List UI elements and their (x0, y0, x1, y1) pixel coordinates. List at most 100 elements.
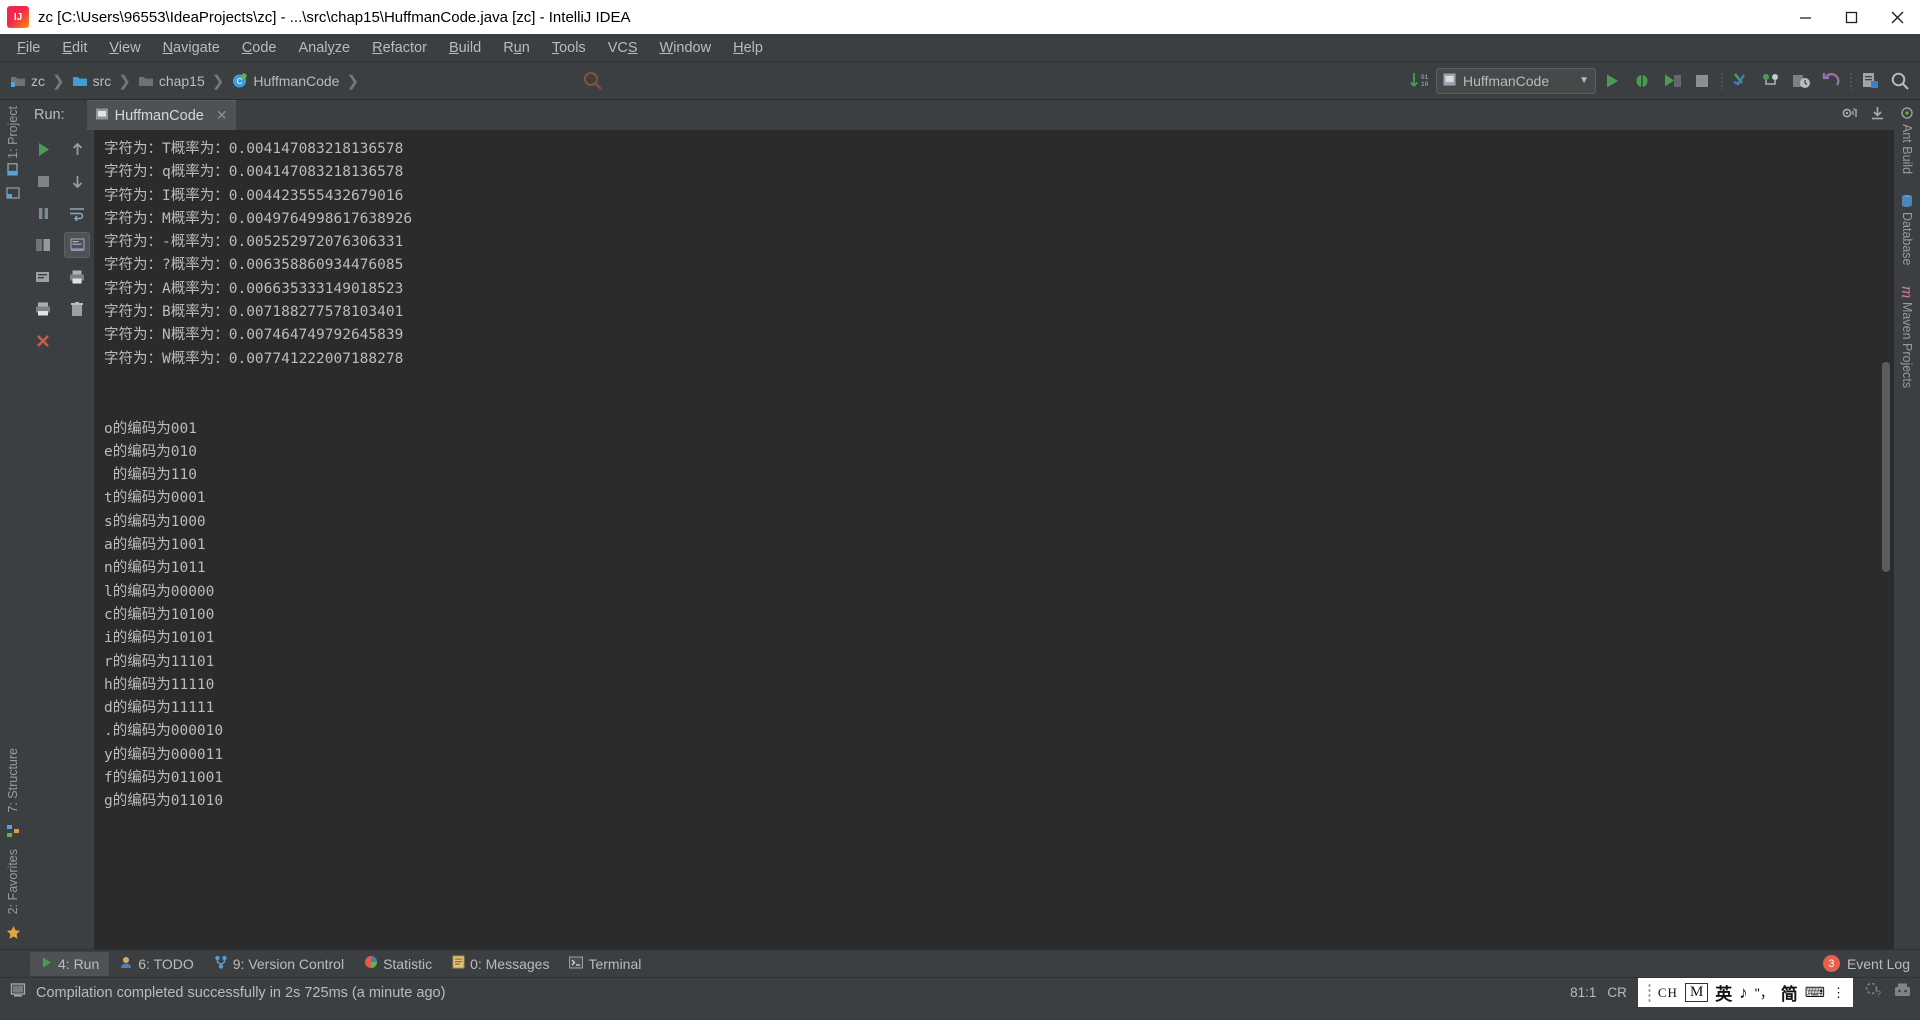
favorites-tool-icon[interactable] (6, 920, 21, 949)
minimize-icon[interactable] (1782, 0, 1828, 34)
print-button[interactable] (30, 296, 56, 322)
chevron-down-icon[interactable]: ▼ (1579, 75, 1589, 86)
search-everywhere-icon[interactable] (1856, 67, 1884, 95)
scroll-down-button[interactable] (64, 168, 90, 194)
ime-input-mode[interactable]: 英 (1715, 980, 1732, 1005)
console-scrollbar[interactable] (1882, 130, 1892, 949)
ime-tone-icon[interactable]: ♪ (1739, 983, 1748, 1003)
toolbar-separator (1718, 70, 1725, 92)
close-icon[interactable]: ✕ (216, 107, 228, 124)
vcs-commit-icon[interactable] (1757, 67, 1785, 95)
rerun-button[interactable] (30, 136, 56, 162)
breadcrumb-item-zc[interactable]: zc (10, 73, 45, 89)
caret-position[interactable]: 81:1 (1570, 985, 1596, 1000)
ime-punctuation-icon[interactable]: "， (1755, 983, 1774, 1003)
breadcrumb-item-huffmancode[interactable]: C HuffmanCode (231, 72, 339, 89)
run-actions-column-right (60, 130, 94, 949)
menu-help[interactable]: Help (722, 37, 774, 59)
bottom-tab-version-control[interactable]: 9: Version Control (204, 952, 354, 976)
bottom-tab-statistic[interactable]: Statistic (354, 952, 442, 976)
event-log-badge: 3 (1822, 955, 1840, 972)
printer-button[interactable] (64, 264, 90, 290)
console-line: 字符为：?概率为：0.006358860934476085 (104, 257, 404, 274)
breadcrumb-item-chap15[interactable]: chap15 (138, 73, 205, 89)
vcs-history-icon[interactable] (1787, 67, 1815, 95)
ime-more-icon[interactable]: ⋮ (1832, 985, 1845, 1001)
bottom-tab-messages[interactable]: 0: Messages (442, 952, 559, 976)
run-tab-huffmancode[interactable]: HuffmanCode ✕ (86, 100, 236, 130)
menu-window[interactable]: Window (649, 37, 723, 59)
menu-run[interactable]: Run (492, 37, 541, 59)
menu-file[interactable]: File (6, 37, 51, 59)
console-line: n的编码为1011 (104, 560, 206, 577)
bottom-tab-run[interactable]: 4: Run (30, 951, 110, 976)
menu-tools[interactable]: Tools (541, 37, 597, 59)
stop-button[interactable] (30, 168, 56, 194)
ime-language-bar[interactable]: CH M 英 ♪ "， 简 ⌨ ⋮ (1637, 978, 1853, 1007)
menu-edit[interactable]: Edit (51, 37, 98, 59)
run-with-coverage-icon[interactable] (1658, 67, 1686, 95)
pause-button[interactable] (30, 200, 56, 226)
settings-gear-icon[interactable]: ▾ (1840, 105, 1859, 126)
vcs-update-icon[interactable] (1727, 67, 1755, 95)
run-icon[interactable] (1598, 67, 1626, 95)
console-line: 字符为：-概率为：0.005252972076306331 (104, 234, 404, 251)
run-configuration-selector[interactable]: HuffmanCode ▼ (1436, 67, 1596, 94)
sidebar-item-favorites[interactable]: 2: Favorites (6, 843, 20, 920)
stop-icon[interactable] (1688, 67, 1716, 95)
ime-script-mode[interactable]: 简 (1781, 980, 1798, 1005)
scroll-up-button[interactable] (64, 136, 90, 162)
update-project-icon[interactable]: 01 10 (1406, 67, 1434, 95)
menu-navigate[interactable]: Navigate (152, 37, 231, 59)
hide-window-icon[interactable] (1869, 105, 1886, 126)
menu-view[interactable]: View (98, 37, 151, 59)
debug-icon[interactable] (1628, 67, 1656, 95)
ime-toolbox-icon[interactable]: ⌨ (1805, 984, 1825, 1001)
project-module-icon (10, 73, 26, 89)
soft-wrap-button[interactable] (64, 200, 90, 226)
hector-icon[interactable] (1893, 981, 1912, 1004)
menu-vcs[interactable]: VCS (597, 37, 649, 59)
ime-drag-handle[interactable] (1647, 982, 1651, 1003)
breadcrumb-separator: ❯ (211, 72, 225, 90)
structure-pin-icon[interactable] (6, 182, 20, 206)
sidebar-item-maven-projects[interactable]: m Maven Projects (1897, 272, 1917, 394)
scroll-to-end-button[interactable] (64, 232, 90, 258)
close-icon[interactable] (1874, 0, 1920, 34)
structure-tool-icon[interactable] (6, 819, 20, 843)
breadcrumb-label-src: src (92, 72, 112, 89)
menu-build[interactable]: Build (438, 37, 492, 59)
console-line: 字符为：M概率为：0.0049764998617638926 (104, 210, 413, 227)
inspection-icon[interactable]: ? (1864, 981, 1882, 1004)
console-line: 字符为：W概率为：0.007741222007188278 (104, 350, 404, 367)
bottom-tab-terminal[interactable]: Terminal (559, 952, 651, 976)
trash-button[interactable] (64, 296, 90, 322)
menu-code[interactable]: Code (231, 37, 288, 59)
breadcrumb-item-src[interactable]: src (72, 72, 112, 89)
sidebar-item-ant-build[interactable]: Ant Build (1900, 100, 1914, 180)
restore-layout-button[interactable] (30, 232, 56, 258)
search-icon[interactable] (575, 64, 611, 98)
console-scrollbar-thumb[interactable] (1882, 362, 1890, 572)
dump-threads-button[interactable] (30, 264, 56, 290)
project-tool-icon (6, 163, 20, 176)
sidebar-item-project[interactable]: 1: Project (6, 100, 20, 182)
bottom-tab-todo[interactable]: 6: TODO (109, 952, 204, 976)
console-output[interactable]: 字符为：T概率为：0.004147083218136578 字符为：q概率为：0… (94, 130, 1894, 949)
settings-search-icon[interactable] (1886, 67, 1914, 95)
run-tab-label: HuffmanCode (114, 107, 204, 124)
menu-analyze[interactable]: Analyze (288, 37, 362, 59)
console-line: 字符为：T概率为：0.004147083218136578 (104, 141, 404, 157)
menu-refactor[interactable]: Refactor (361, 37, 438, 59)
vcs-rollback-icon[interactable] (1817, 67, 1845, 95)
ime-language-label[interactable]: CH (1658, 985, 1678, 1001)
sidebar-item-database[interactable]: Database (1900, 180, 1914, 272)
event-log-label[interactable]: Event Log (1847, 956, 1910, 972)
line-separator[interactable]: CR (1607, 985, 1627, 1000)
console-line: l的编码为00000 (104, 583, 215, 600)
sidebar-item-structure[interactable]: 7: Structure (6, 742, 20, 819)
ime-mode-button[interactable]: M (1684, 983, 1709, 1002)
close-x-button[interactable] (30, 328, 56, 354)
maximize-icon[interactable] (1828, 0, 1874, 34)
package-folder-icon (138, 73, 154, 89)
